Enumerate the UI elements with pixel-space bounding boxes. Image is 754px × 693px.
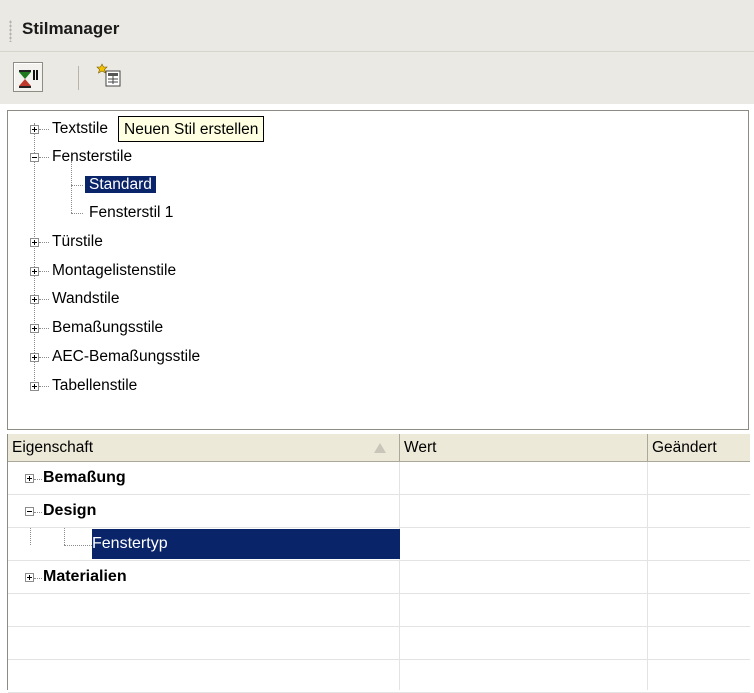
column-header-eigenschaft[interactable]: Eigenschaft: [8, 434, 400, 462]
expand-icon[interactable]: [25, 474, 34, 483]
tree-item-montagelistenstile[interactable]: Montagelistenstile: [52, 258, 176, 284]
tree-item-bemassungsstile[interactable]: Bemaßungsstile: [52, 315, 163, 341]
tree-connector: [39, 386, 49, 387]
column-header-geaendert[interactable]: Geändert: [648, 434, 750, 462]
new-style-button[interactable]: [96, 62, 126, 92]
filter-style-button[interactable]: [13, 62, 43, 92]
tooltip: Neuen Stil erstellen: [118, 116, 265, 142]
filter-style-icon: [19, 70, 38, 88]
grid-row[interactable]: [8, 660, 750, 693]
tree-item-aec-bemassungsstile[interactable]: AEC-Bemaßungsstile: [52, 344, 200, 370]
style-tree[interactable]: Textstile Fensterstile Standard Fensters…: [7, 110, 749, 430]
drag-grip[interactable]: [9, 20, 12, 42]
collapse-icon[interactable]: [30, 153, 39, 162]
window-title: Stilmanager: [22, 19, 120, 38]
grid-row[interactable]: Design: [8, 495, 750, 528]
expand-icon[interactable]: [30, 324, 39, 333]
toolbar-separator: [78, 66, 79, 90]
property-grid[interactable]: Eigenschaft Wert Geändert Bemaßung Desig…: [7, 434, 750, 693]
tree-item-tabellenstile[interactable]: Tabellenstile: [52, 373, 137, 399]
tree-item-standard[interactable]: Standard: [85, 172, 156, 198]
tree-connector: [30, 528, 31, 545]
tree-connector: [71, 213, 83, 214]
tree-connector: [34, 578, 42, 579]
expand-icon[interactable]: [30, 295, 39, 304]
tree-connector: [39, 299, 49, 300]
tree-item-tuerstile[interactable]: Türstile: [52, 229, 103, 255]
title-bar: Stilmanager: [0, 0, 754, 52]
tree-connector: [39, 271, 49, 272]
grid-row[interactable]: [8, 594, 750, 627]
column-header-wert[interactable]: Wert: [400, 434, 648, 462]
tree-connector: [39, 242, 49, 243]
tree-connector: [39, 129, 49, 130]
sort-arrow-icon: [374, 443, 386, 453]
expand-icon[interactable]: [30, 382, 39, 391]
column-label: Eigenschaft: [12, 439, 93, 456]
tree-item-label: Standard: [85, 176, 156, 193]
expand-icon[interactable]: [30, 353, 39, 362]
tree-item-fensterstile[interactable]: Fensterstile: [52, 144, 132, 170]
tree-connector: [34, 512, 42, 513]
tree-connector: [39, 357, 49, 358]
tree-item-textstile[interactable]: Textstile: [52, 116, 108, 142]
collapse-icon[interactable]: [25, 507, 34, 516]
toolbar: [0, 52, 754, 104]
expand-icon[interactable]: [30, 238, 39, 247]
tree-item-fensterstil-1[interactable]: Fensterstil 1: [89, 200, 173, 226]
category-materialien: Materialien: [43, 568, 127, 585]
tree-connector: [39, 157, 49, 158]
grid-row[interactable]: Fenstertyp: [8, 528, 750, 561]
expand-icon[interactable]: [25, 573, 34, 582]
tree-item-wandstile[interactable]: Wandstile: [52, 286, 119, 312]
expand-icon[interactable]: [30, 267, 39, 276]
tree-connector: [64, 545, 92, 546]
tree-connector: [64, 528, 65, 545]
tree-connector: [71, 185, 83, 186]
tree-connector: [34, 123, 35, 387]
category-design: Design: [43, 502, 97, 519]
category-bemassung: Bemaßung: [43, 469, 126, 486]
tree-connector: [39, 328, 49, 329]
property-fenstertyp[interactable]: Fenstertyp: [92, 529, 400, 559]
grid-header: Eigenschaft Wert Geändert: [8, 434, 750, 462]
grid-row[interactable]: Bemaßung: [8, 462, 750, 495]
grid-row[interactable]: Materialien: [8, 561, 750, 594]
grid-row[interactable]: [8, 627, 750, 660]
tree-connector: [34, 479, 42, 480]
new-style-icon: [96, 63, 121, 87]
expand-icon[interactable]: [30, 125, 39, 134]
